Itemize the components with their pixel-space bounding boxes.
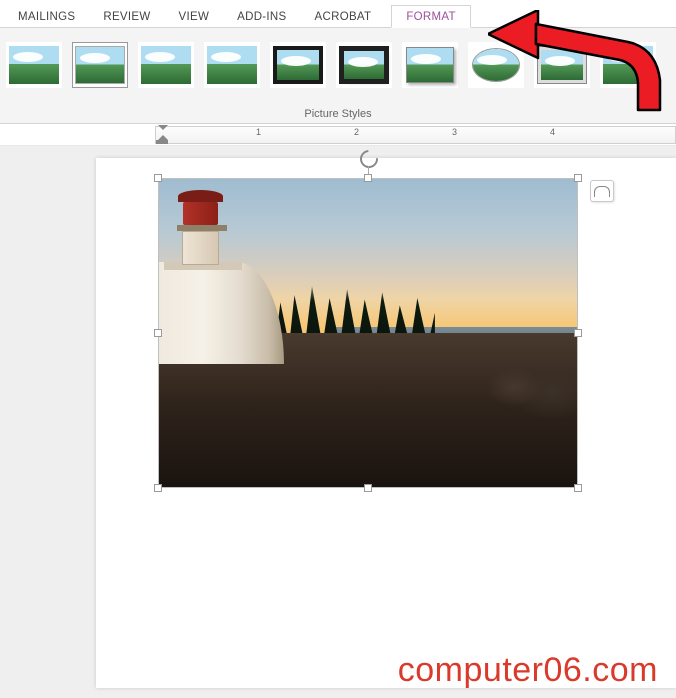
ruler-mark — [158, 127, 163, 137]
ribbon-group-label: Picture Styles — [6, 108, 670, 120]
tab-view[interactable]: VIEW — [165, 6, 224, 27]
tab-review[interactable]: REVIEW — [89, 6, 164, 27]
picture-style-reflected-rounded[interactable] — [270, 42, 326, 88]
picture-style-thick-matte[interactable] — [468, 42, 524, 88]
tab-acrobat[interactable]: ACROBAT — [301, 6, 386, 27]
resize-handle-mr[interactable] — [574, 329, 582, 337]
picture-style-simple-frame[interactable] — [6, 42, 62, 88]
picture-styles-gallery — [6, 36, 670, 94]
picture-lighthouse — [159, 222, 284, 364]
picture-style-metal-frame[interactable] — [138, 42, 194, 88]
document-area — [0, 146, 676, 698]
document-page[interactable] — [96, 158, 676, 688]
ruler-mark: 4 — [550, 127, 555, 137]
ribbon-tabs: MAILINGS REVIEW VIEW ADD-INS ACROBAT PIC… — [0, 0, 676, 28]
resize-handle-bm[interactable] — [364, 484, 372, 492]
picture-style-beveled-matte[interactable] — [72, 42, 128, 88]
picture-style-beveled-oval[interactable] — [600, 42, 656, 88]
ruler-mark: 2 — [354, 127, 359, 137]
ribbon-content: Picture Styles — [0, 28, 676, 124]
ruler-mark: 3 — [452, 127, 457, 137]
tab-mailings[interactable]: MAILINGS — [4, 6, 89, 27]
layout-options-button[interactable] — [590, 180, 614, 202]
resize-handle-br[interactable] — [574, 484, 582, 492]
picture-style-simple-black[interactable] — [534, 42, 590, 88]
tab-format[interactable]: FORMAT — [391, 5, 471, 28]
resize-handle-ml[interactable] — [154, 329, 162, 337]
watermark-text: computer06.com — [398, 651, 658, 690]
left-indent-marker[interactable] — [156, 140, 168, 144]
picture-style-drop-shadow[interactable] — [204, 42, 260, 88]
resize-handle-bl[interactable] — [154, 484, 162, 492]
resize-handle-tm[interactable] — [364, 174, 372, 182]
picture-style-soft-edge-rect[interactable] — [336, 42, 392, 88]
contextual-tab-group: PICTURE TOOLS FORMAT — [391, 5, 471, 27]
picture-content — [159, 179, 577, 487]
resize-handle-tl[interactable] — [154, 174, 162, 182]
horizontal-ruler[interactable]: 1 2 3 4 — [0, 124, 676, 146]
ruler-mark: 1 — [256, 127, 261, 137]
tab-addins[interactable]: ADD-INS — [223, 6, 300, 27]
contextual-header: PICTURE TOOLS — [389, 0, 473, 2]
selected-picture[interactable] — [158, 178, 578, 488]
picture-style-double-frame[interactable] — [402, 42, 458, 88]
ruler-marks: 1 2 3 4 — [158, 127, 555, 137]
resize-handle-tr[interactable] — [574, 174, 582, 182]
rotate-handle-icon[interactable] — [360, 150, 376, 166]
